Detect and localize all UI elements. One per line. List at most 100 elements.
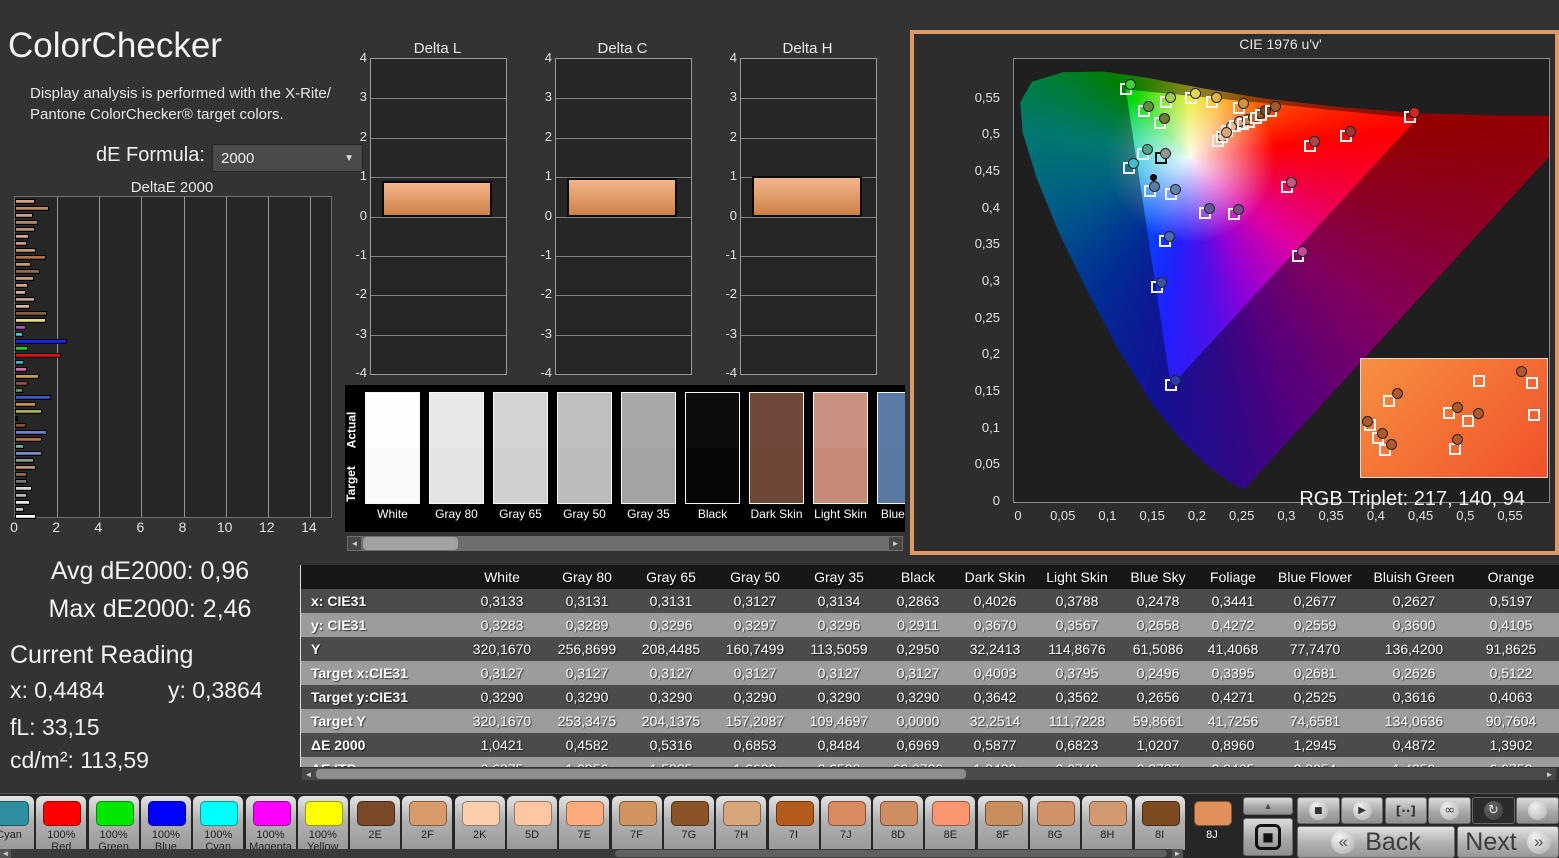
swatch-strip: Actual Target White Gray 80 Gray 65 Gray 50 Gr… xyxy=(345,385,905,532)
table-cell: 0,4582 xyxy=(545,733,629,757)
table-cell: 0,2950 xyxy=(881,637,955,661)
pattern-button[interactable]: [··] xyxy=(1384,797,1428,824)
record-button[interactable] xyxy=(1516,797,1559,824)
pattern-tab-100-red[interactable]: 100% Red xyxy=(36,796,87,853)
pattern-tab-8j[interactable]: 8J xyxy=(1186,796,1237,850)
column-header: Light Skin xyxy=(1035,565,1119,589)
table-scrollbar[interactable]: ◄ ► xyxy=(302,768,1556,780)
deltae-chart-title: DeltaE 2000 xyxy=(130,179,214,196)
table-cell: 1,0207 xyxy=(1119,733,1197,757)
table-cell: 0,2478 xyxy=(1119,589,1197,613)
pattern-tab-8g[interactable]: 8G xyxy=(1030,796,1080,850)
pattern-tab-7g[interactable]: 7G xyxy=(663,796,714,850)
table-cell: 0,3127 xyxy=(713,589,797,613)
x-tick-label: 4 xyxy=(94,519,103,535)
swatch-scrollbar[interactable]: ◄ ► xyxy=(347,536,903,551)
gridline xyxy=(371,334,506,336)
pattern-tab-2k[interactable]: 2K xyxy=(454,796,505,850)
y-tick-label: -2 xyxy=(540,286,552,302)
table-cell: 1,3902 xyxy=(1467,733,1555,757)
table-cell: 0,4063 xyxy=(1467,685,1555,709)
table-cell: 0,3788 xyxy=(1035,589,1119,613)
table-cell: 0,3642 xyxy=(955,685,1035,709)
deltae-bar xyxy=(15,269,41,274)
scroll-right-icon[interactable]: ► xyxy=(889,537,902,550)
scroll-left-icon[interactable]: ◄ xyxy=(303,769,314,779)
table-cell: 4,389 xyxy=(1555,757,1559,767)
pattern-tab-8h[interactable]: 8H xyxy=(1082,796,1133,850)
table-cell: 1,0421 xyxy=(459,733,545,757)
y-tick-label: -1 xyxy=(355,246,367,262)
table-cell: 0,3795 xyxy=(1035,661,1119,685)
row-label: ΔE 2000 xyxy=(301,733,459,757)
scroll-up-button[interactable]: ▲ xyxy=(1243,797,1293,815)
swatch-scrollbar-thumb[interactable] xyxy=(363,537,458,550)
pattern-tab-8f[interactable]: 8F xyxy=(977,796,1028,850)
pattern-tab-label: 8G xyxy=(1047,829,1063,841)
record-icon xyxy=(1527,801,1547,820)
table-scrollbar-thumb[interactable] xyxy=(316,769,966,779)
table-cell: 208,4485 xyxy=(629,637,713,661)
pattern-tab-7e[interactable]: 7E xyxy=(559,796,610,850)
table-cell: 1,6692 xyxy=(713,757,797,767)
next-button[interactable]: Next » xyxy=(1457,826,1559,858)
column-header: Gray 50 xyxy=(713,565,797,589)
pattern-tab-7j[interactable]: 7J xyxy=(820,796,871,850)
de-formula-label: dE Formula: xyxy=(96,144,205,166)
pattern-tab-7i[interactable]: 7I xyxy=(768,796,819,850)
pattern-tab-100-magenta[interactable]: 100% Magenta xyxy=(245,796,296,853)
scroll-right-icon[interactable]: ► xyxy=(1172,849,1183,858)
swatch-label: Gray 65 xyxy=(499,507,542,521)
table-cell: 74,6581 xyxy=(1269,709,1361,733)
scroll-right-icon[interactable]: ► xyxy=(1544,769,1555,779)
pattern-tab-2f[interactable]: 2F xyxy=(402,796,453,850)
swatch-patch xyxy=(365,392,420,504)
toolbar-scrollbar[interactable]: ◄ ► xyxy=(0,849,1183,858)
pattern-tab-cyan[interactable]: Cyan xyxy=(0,796,34,850)
deltae-bar xyxy=(15,220,39,225)
pattern-tab-7h[interactable]: 7H xyxy=(716,796,767,850)
reading-x: x: 0,4484 xyxy=(10,677,105,703)
inset-measured-marker xyxy=(1451,402,1463,413)
pattern-tab-100-green[interactable]: 100% Green xyxy=(88,796,139,853)
measured-marker xyxy=(1163,230,1175,242)
pattern-tab-8i[interactable]: 8I xyxy=(1134,796,1185,850)
pattern-tab-2e[interactable]: 2E xyxy=(350,796,401,850)
table-row: y: CIE31 0,3283 0,3289 0,3296 0,3297 0,3296 0,… xyxy=(301,613,1559,637)
stop-pattern-button[interactable]: ■ xyxy=(1243,818,1293,856)
scroll-left-icon[interactable]: ◄ xyxy=(348,537,361,550)
deltae-bar xyxy=(15,339,67,344)
column-header: Gray 80 xyxy=(545,565,629,589)
pattern-tab-100-yellow[interactable]: 100% Yellow xyxy=(297,796,348,853)
pattern-tab-100-blue[interactable]: 100% Blue xyxy=(140,796,191,853)
swatch-patch xyxy=(813,392,868,504)
row-label: x: CIE31 xyxy=(301,589,459,613)
chevron-right-icon: » xyxy=(1526,830,1551,854)
pattern-tab-8d[interactable]: 8D xyxy=(873,796,924,850)
measured-marker xyxy=(1344,126,1356,137)
y-tick-label: 3 xyxy=(544,89,552,105)
pattern-tab-5d[interactable]: 5D xyxy=(507,796,557,850)
pattern-tab-label: 2E xyxy=(368,829,382,841)
table-cell: 1,4359 xyxy=(1361,757,1467,767)
scroll-left-icon[interactable]: ◄ xyxy=(0,849,11,858)
de-formula-dropdown[interactable]: 2000 ▼ xyxy=(212,144,363,172)
pattern-tab-100-cyan[interactable]: 100% Cyan xyxy=(193,796,244,853)
stop-button[interactable]: ■ xyxy=(1297,797,1340,824)
loop-button[interactable]: ∞ xyxy=(1428,797,1471,824)
toolbar-scrollbar-thumb[interactable] xyxy=(615,850,1167,857)
refresh-button[interactable]: ↻ xyxy=(1472,797,1515,824)
refresh-icon: ↻ xyxy=(1483,801,1503,820)
table-cell: 0,2496 xyxy=(1119,661,1197,685)
table-row: x: CIE31 0,3133 0,3131 0,3131 0,3127 0,3134 0,… xyxy=(301,589,1559,613)
play-button[interactable]: ▶ xyxy=(1340,797,1384,824)
back-button[interactable]: « Back xyxy=(1297,826,1455,858)
row-label: y: CIE31 xyxy=(301,613,459,637)
pattern-tab-7f[interactable]: 7F xyxy=(611,796,662,850)
table-cell: 0,2656 xyxy=(1119,685,1197,709)
table-cell: 2,6598 xyxy=(797,757,881,767)
pattern-tab-8e[interactable]: 8E xyxy=(925,796,976,850)
table-corner-cell xyxy=(301,565,459,589)
swatch-label: Blue Sky xyxy=(880,507,905,521)
table-cell: 0,3134 xyxy=(797,589,881,613)
